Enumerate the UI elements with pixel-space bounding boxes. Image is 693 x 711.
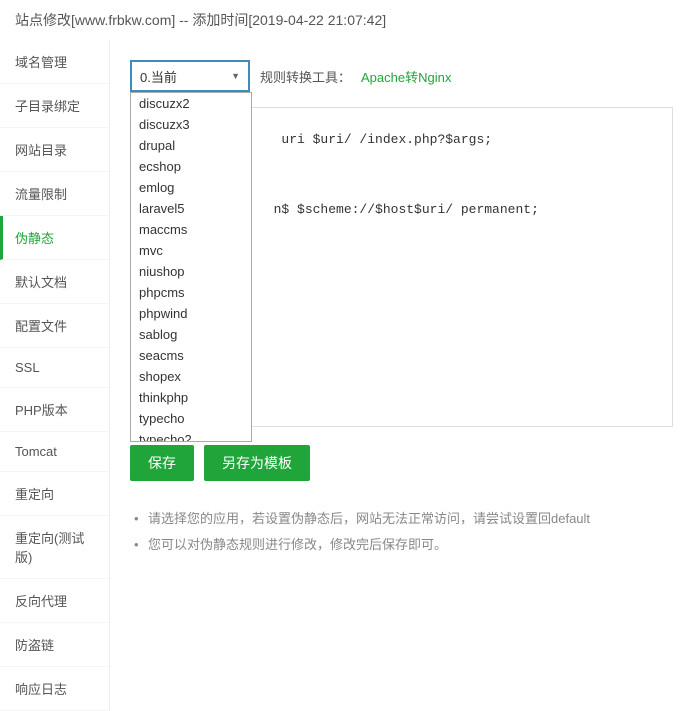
- sidebar-item[interactable]: PHP版本: [0, 388, 109, 432]
- sidebar-item[interactable]: 流量限制: [0, 172, 109, 216]
- dropdown-option[interactable]: seacms: [131, 345, 251, 366]
- apache-to-nginx-link[interactable]: Apache转Nginx: [361, 67, 451, 86]
- dropdown-option[interactable]: shopex: [131, 366, 251, 387]
- dropdown-option[interactable]: mvc: [131, 240, 251, 261]
- sidebar-item[interactable]: 伪静态: [0, 216, 109, 260]
- dropdown-option[interactable]: typecho: [131, 408, 251, 429]
- save-button[interactable]: 保存: [130, 445, 194, 481]
- dropdown-option[interactable]: maccms: [131, 219, 251, 240]
- sidebar-item[interactable]: 重定向(测试版): [0, 516, 109, 579]
- sidebar: 域名管理子目录绑定网站目录流量限制伪静态默认文档配置文件SSLPHP版本Tomc…: [0, 40, 110, 711]
- dropdown-option[interactable]: sablog: [131, 324, 251, 345]
- dropdown-option[interactable]: laravel5: [131, 198, 251, 219]
- sidebar-item[interactable]: 域名管理: [0, 40, 109, 84]
- save-as-template-button[interactable]: 另存为模板: [204, 445, 310, 481]
- tips-list: 请选择您的应用，若设置伪静态后，网站无法正常访问，请尝试设置回default您可…: [130, 506, 673, 558]
- sidebar-item[interactable]: SSL: [0, 348, 109, 388]
- tip-item: 您可以对伪静态规则进行修改，修改完后保存即可。: [130, 532, 673, 558]
- dropdown-option[interactable]: discuzx2: [131, 93, 251, 114]
- convert-label: 规则转换工具：: [260, 67, 351, 86]
- sidebar-item[interactable]: Tomcat: [0, 432, 109, 472]
- sidebar-item[interactable]: 重定向: [0, 472, 109, 516]
- sidebar-item[interactable]: 反向代理: [0, 579, 109, 623]
- sidebar-item[interactable]: 子目录绑定: [0, 84, 109, 128]
- tip-item: 请选择您的应用，若设置伪静态后，网站无法正常访问，请尝试设置回default: [130, 506, 673, 532]
- template-select[interactable]: 0.当前: [130, 60, 250, 92]
- page-title: 站点修改[www.frbkw.com] -- 添加时间[2019-04-22 2…: [0, 0, 693, 40]
- dropdown-option[interactable]: emlog: [131, 177, 251, 198]
- template-dropdown[interactable]: discuzx2discuzx3drupalecshopemloglaravel…: [130, 92, 252, 442]
- dropdown-option[interactable]: discuzx3: [131, 114, 251, 135]
- dropdown-option[interactable]: typecho2: [131, 429, 251, 442]
- dropdown-option[interactable]: ecshop: [131, 156, 251, 177]
- dropdown-option[interactable]: phpwind: [131, 303, 251, 324]
- sidebar-item[interactable]: 默认文档: [0, 260, 109, 304]
- dropdown-option[interactable]: niushop: [131, 261, 251, 282]
- select-value: 0.当前: [140, 67, 177, 86]
- dropdown-option[interactable]: thinkphp: [131, 387, 251, 408]
- dropdown-option[interactable]: drupal: [131, 135, 251, 156]
- dropdown-option[interactable]: phpcms: [131, 282, 251, 303]
- sidebar-item[interactable]: 防盗链: [0, 623, 109, 667]
- sidebar-item[interactable]: 网站目录: [0, 128, 109, 172]
- sidebar-item[interactable]: 响应日志: [0, 667, 109, 711]
- main-content: 0.当前 discuzx2discuzx3drupalecshopemlogla…: [110, 40, 693, 711]
- sidebar-item[interactable]: 配置文件: [0, 304, 109, 348]
- template-select-wrapper: 0.当前 discuzx2discuzx3drupalecshopemlogla…: [130, 60, 250, 92]
